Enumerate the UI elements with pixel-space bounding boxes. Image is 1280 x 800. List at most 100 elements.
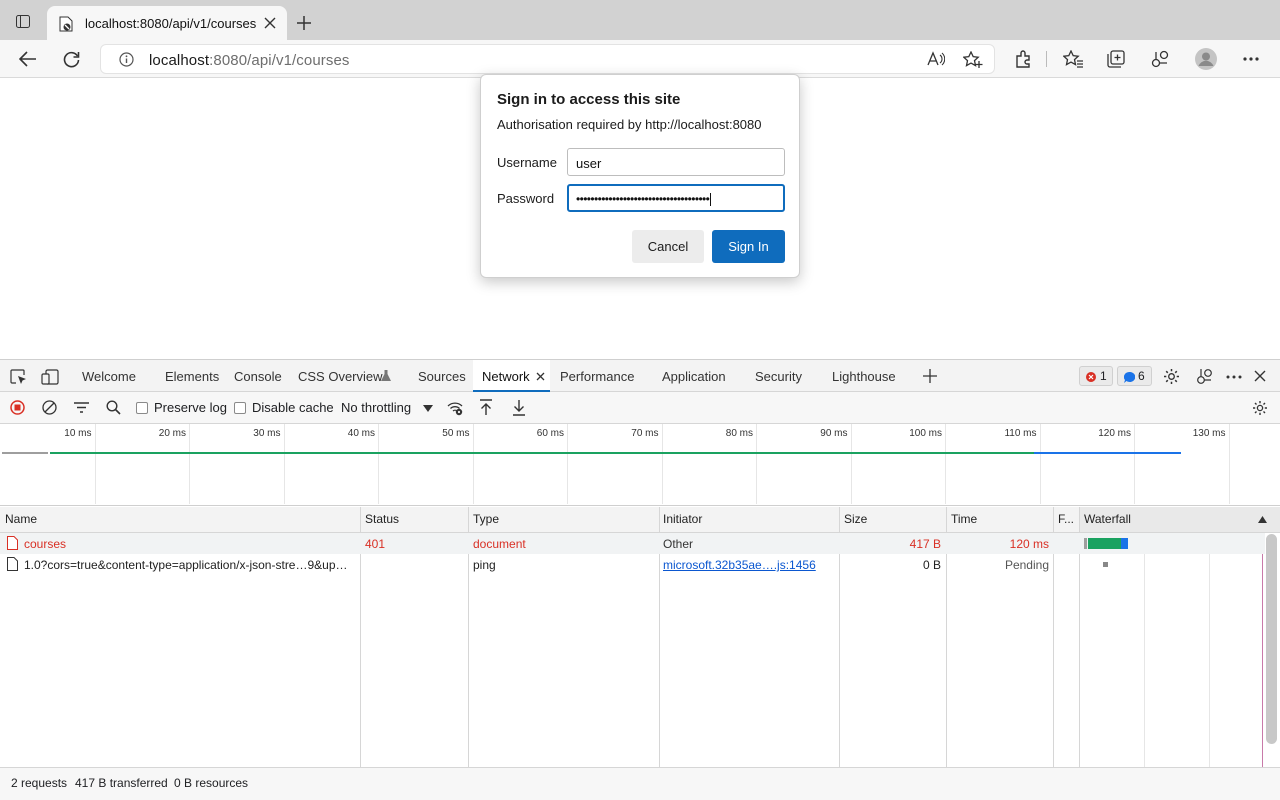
clear-log-icon[interactable]: [42, 400, 57, 415]
site-info-icon[interactable]: [119, 52, 134, 67]
more-tools-plus-icon[interactable]: [923, 369, 937, 383]
tab-application[interactable]: Application: [662, 369, 726, 384]
remote-devices-icon[interactable]: [1196, 368, 1213, 385]
throttling-select[interactable]: No throttling: [335, 396, 435, 420]
tab-security[interactable]: Security: [755, 369, 802, 384]
timeline-gridline: [1134, 424, 1135, 504]
network-conditions-icon[interactable]: [447, 400, 464, 416]
request-size: 0 B: [922, 558, 941, 572]
request-initiator-link[interactable]: microsoft.32b35ae….js:1456: [663, 558, 816, 572]
browser-essentials-icon[interactable]: [1151, 50, 1169, 68]
vertical-scrollbar[interactable]: [1266, 534, 1277, 744]
address-bar[interactable]: localhost:8080/api/v1/courses: [100, 44, 995, 74]
record-stop-icon[interactable]: [10, 400, 25, 415]
devtools-more-icon[interactable]: [1226, 375, 1242, 379]
add-favorite-icon[interactable]: [963, 51, 983, 69]
tab-performance[interactable]: Performance: [560, 369, 634, 384]
request-time: 120 ms: [1009, 537, 1049, 551]
timeline-tick-label: 40 ms: [347, 428, 375, 439]
username-label: Username: [497, 155, 557, 170]
password-field[interactable]: •••••••••••••••••••••••••••••••••••••: [567, 184, 785, 212]
overview-gray-bar: [2, 452, 48, 454]
extensions-icon[interactable]: [1014, 50, 1032, 68]
info-message-icon: [1124, 372, 1135, 383]
network-settings-gear-icon[interactable]: [1252, 400, 1268, 416]
col-size[interactable]: Size: [844, 512, 867, 526]
requests-table-header: Name Status Type Initiator Size Time F..…: [0, 507, 1280, 533]
profile-avatar-icon[interactable]: [1195, 48, 1217, 70]
timeline-gridline: [472, 424, 474, 504]
preserve-log-checkbox[interactable]: [136, 402, 148, 414]
timeline-tick-label: 110 ms: [1004, 428, 1037, 439]
tab-console[interactable]: Console: [234, 369, 282, 384]
export-har-icon[interactable]: [512, 399, 526, 416]
network-overview-timeline[interactable]: 10 ms 20 ms 30 ms 40 ms 50 ms 60 ms 70 ms 80 ms…: [0, 424, 1280, 506]
disable-cache-checkbox[interactable]: [234, 402, 246, 414]
request-type: ping: [473, 558, 496, 572]
tab-lighthouse[interactable]: Lighthouse: [832, 369, 896, 384]
timeline-tick-label: 70 ms: [631, 428, 659, 439]
col-fulfilled[interactable]: F...: [1058, 512, 1074, 526]
read-aloud-icon[interactable]: [927, 51, 945, 67]
request-size: 417 B: [909, 537, 941, 551]
waterfall-bar: [1084, 538, 1087, 549]
requests-count: 2 requests: [11, 776, 68, 790]
sign-in-dialog: Sign in to access this site Authorisatio…: [480, 74, 800, 278]
collections-icon[interactable]: [1107, 50, 1125, 68]
info-count: 6: [1138, 369, 1145, 383]
device-emulation-icon[interactable]: [41, 369, 59, 385]
url-text: localhost:8080/api/v1/courses: [149, 52, 350, 69]
sign-in-button[interactable]: Sign In: [712, 230, 785, 263]
col-time[interactable]: Time: [951, 512, 977, 526]
close-devtools-icon[interactable]: [1254, 370, 1266, 382]
username-field[interactable]: user: [567, 148, 785, 176]
col-waterfall: Waterfall: [1084, 512, 1131, 526]
more-options-icon[interactable]: [1243, 57, 1259, 61]
col-name[interactable]: Name: [5, 512, 37, 526]
waterfall-bar: [1121, 538, 1128, 549]
col-waterfall-header[interactable]: Waterfall: [1080, 507, 1280, 532]
divider: [1046, 51, 1047, 67]
back-icon[interactable]: [19, 51, 37, 67]
error-badge[interactable]: 1: [1079, 366, 1113, 386]
timeline-tick-label: 10 ms: [64, 428, 92, 439]
new-tab-icon[interactable]: [297, 16, 311, 30]
col-status[interactable]: Status: [365, 512, 399, 526]
timeline-gridline: [567, 424, 568, 504]
col-type[interactable]: Type: [473, 512, 499, 526]
browser-tab[interactable]: localhost:8080/api/v1/courses: [47, 6, 287, 40]
close-network-tab-icon[interactable]: [536, 372, 545, 381]
transferred-size: 417 B transferred: [75, 776, 168, 790]
tab-sources[interactable]: Sources: [418, 369, 466, 384]
col-initiator[interactable]: Initiator: [663, 512, 702, 526]
dropdown-arrow-icon: [423, 405, 433, 412]
timeline-gridline: [661, 424, 663, 504]
tab-welcome[interactable]: Welcome: [82, 369, 136, 384]
filter-icon[interactable]: [74, 402, 89, 413]
timeline-gridline: [850, 424, 852, 504]
overview-green-bar: [50, 452, 1034, 454]
settings-gear-icon[interactable]: [1163, 368, 1180, 385]
network-status-bar: 2 requests 417 B transferred 0 B resourc…: [0, 767, 1280, 800]
resources-size: 0 B resources: [174, 776, 249, 790]
inspect-element-icon[interactable]: [10, 369, 27, 385]
url-host: localhost: [149, 52, 210, 69]
table-row[interactable]: 1.0?cors=true&content-type=application/x…: [0, 554, 1265, 575]
tab-actions-icon[interactable]: [16, 15, 30, 28]
search-icon[interactable]: [106, 400, 121, 415]
info-badge[interactable]: 6: [1117, 366, 1152, 386]
cancel-button[interactable]: Cancel: [632, 230, 704, 263]
close-tab-icon[interactable]: [264, 17, 276, 29]
error-count: 1: [1100, 369, 1107, 383]
tab-css-overview[interactable]: CSS Overview: [298, 369, 383, 384]
favorites-icon[interactable]: [1063, 50, 1083, 68]
timeline-gridline: [378, 424, 379, 504]
network-toolbar: Preserve log Disable cache No throttling: [0, 392, 1280, 424]
tab-elements[interactable]: Elements: [165, 369, 219, 384]
table-row[interactable]: courses 401 document Other 417 B 120 ms: [0, 533, 1265, 554]
import-har-icon[interactable]: [479, 399, 493, 416]
error-icon: [1086, 372, 1096, 382]
refresh-icon[interactable]: [63, 51, 80, 68]
timeline-tick-label: 60 ms: [536, 428, 564, 439]
tab-network[interactable]: Network: [482, 369, 530, 384]
